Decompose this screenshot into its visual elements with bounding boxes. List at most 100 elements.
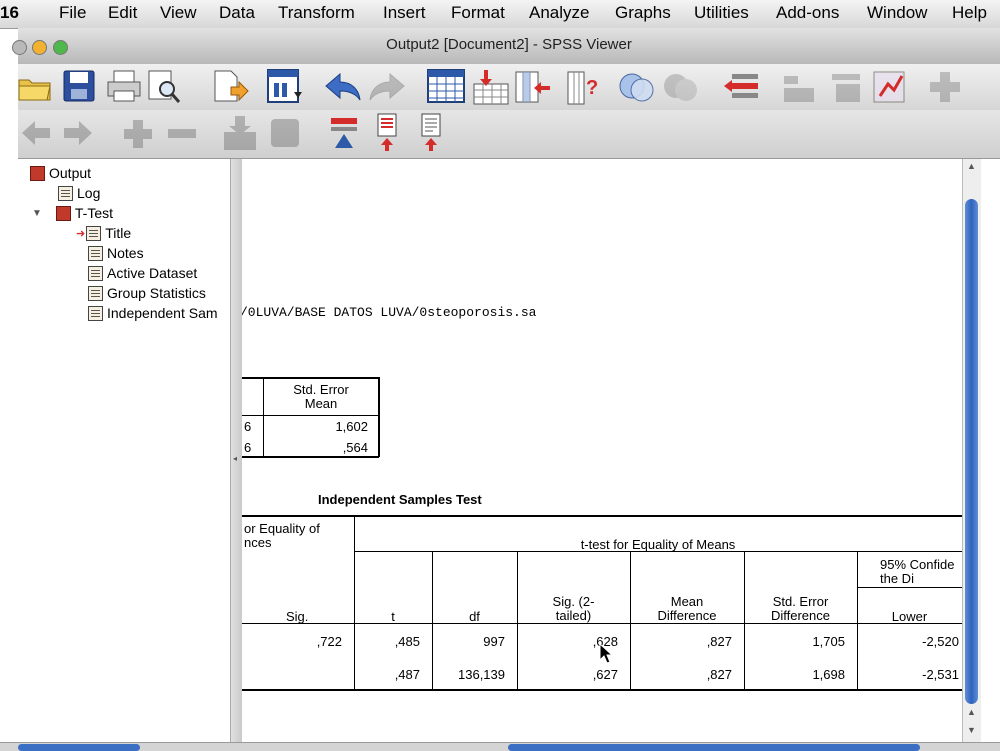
independent-samples-title: Independent Samples Test (318, 492, 482, 507)
group-stats-se-row1: 1,602 (335, 419, 368, 434)
go-to-case-icon[interactable] (470, 68, 510, 106)
redo-icon[interactable] (366, 72, 406, 102)
chart-builder-icon[interactable] (870, 68, 908, 106)
col-header-mean-difference: Mean Difference (657, 594, 717, 623)
app-menu-fragment[interactable]: 16 (0, 3, 19, 23)
go-to-data-icon[interactable] (426, 68, 466, 104)
go-to-variable-icon[interactable] (514, 68, 554, 106)
levene-header-fragment: or Equality of nces (244, 521, 320, 550)
std-error-mean-header: Std. Error Mean (293, 382, 349, 411)
row1-lower: -2,520 (922, 634, 959, 649)
col-header-lower: Lower (891, 609, 928, 624)
menu-window[interactable]: Window (867, 3, 927, 23)
expand-plus-icon[interactable] (122, 118, 154, 148)
scroll-up-arrow-bottom-icon[interactable]: ▲ (967, 707, 976, 717)
insert-title-icon[interactable] (374, 112, 402, 154)
show-icon[interactable] (222, 114, 258, 152)
window-title: Output2 [Document2] - SPSS Viewer (386, 36, 632, 53)
title-icon (86, 225, 102, 241)
outline-node-output-label: Output (49, 165, 92, 181)
collapse-minus-icon[interactable] (166, 118, 198, 148)
menu-insert[interactable]: Insert (383, 3, 426, 23)
ttest-equality-header: t-test for Equality of Means (580, 537, 736, 552)
output-content-pane: /0LUVA/BASE DATOS LUVA/0steoporosis.sa S… (242, 159, 962, 742)
outline-node-title-label: Title (105, 225, 132, 241)
menu-format[interactable]: Format (451, 3, 505, 23)
outline-node-independent-samples-label: Independent Sam (107, 305, 218, 321)
expand-icon[interactable] (926, 68, 964, 106)
dialog-recall-icon[interactable] (266, 68, 304, 106)
outline-node-ttest-label: T-Test (74, 205, 114, 221)
hide-icon[interactable] (268, 116, 302, 150)
row2-mean-difference: ,827 (706, 667, 732, 682)
menu-file[interactable]: File (59, 3, 86, 23)
print-preview-icon[interactable] (146, 69, 182, 105)
outline-node-independent-samples[interactable]: Independent Sam (88, 305, 218, 321)
col-header-std-error-difference: Std. Error Difference (770, 594, 830, 623)
promote-left-arrow-icon[interactable] (20, 118, 52, 148)
row1-df: 997 (483, 634, 505, 649)
scroll-up-arrow-icon[interactable]: ▲ (967, 161, 976, 171)
outline-node-ttest[interactable]: ▼ T-Test (32, 205, 113, 221)
outline-node-output[interactable]: Output (30, 165, 91, 181)
designate-window-icon[interactable] (722, 68, 762, 106)
menu-bar: 16 File Edit View Data Transform Insert … (0, 0, 1000, 29)
current-item-arrow-icon: ➜ (76, 227, 86, 240)
insert-heading-icon[interactable] (328, 114, 360, 154)
weight-cases-icon[interactable] (662, 70, 702, 104)
menu-addons[interactable]: Add-ons (776, 3, 839, 23)
outline-pane: Output Log ▼ T-Test ➜ Title Notes Active… (18, 159, 230, 742)
open-folder-icon[interactable] (18, 72, 52, 102)
disclosure-triangle-icon[interactable]: ▼ (32, 208, 42, 219)
mouse-cursor-icon (599, 643, 612, 664)
menu-transform[interactable]: Transform (278, 3, 355, 23)
undo-icon[interactable] (324, 72, 364, 102)
menu-view[interactable]: View (160, 3, 197, 23)
group-stats-n-row2: 6 (244, 440, 252, 455)
col-header-df: df (469, 609, 480, 624)
vertical-scrollbar[interactable]: ▲ ▲ ▼ (962, 159, 981, 742)
independent-samples-icon (88, 305, 103, 321)
select-cases-icon[interactable] (618, 70, 658, 104)
row2-lower: -2,531 (922, 667, 959, 682)
outline-node-title[interactable]: ➜ Title (76, 225, 131, 241)
promote-icon[interactable] (780, 68, 818, 106)
outline-node-group-statistics[interactable]: Group Statistics (88, 285, 206, 301)
outline-node-log[interactable]: Log (58, 185, 100, 201)
row1-t: ,485 (394, 634, 420, 649)
menu-data[interactable]: Data (219, 3, 255, 23)
demote-right-arrow-icon[interactable] (62, 118, 94, 148)
row2-df: 136,139 (458, 667, 505, 682)
col-header-t: t (391, 609, 395, 624)
row1-sig: ,722 (316, 634, 342, 649)
outline-node-log-label: Log (77, 185, 101, 201)
save-icon[interactable] (62, 69, 96, 103)
output-book-icon (30, 165, 45, 181)
insert-text-icon[interactable] (418, 112, 446, 154)
vertical-scroll-thumb[interactable] (965, 199, 978, 704)
log-icon (58, 185, 73, 201)
menu-utilities[interactable]: Utilities (694, 3, 749, 23)
row2-std-error-difference: 1,698 (812, 667, 845, 682)
menu-graphs[interactable]: Graphs (615, 3, 671, 23)
syntax-data-path: /0LUVA/BASE DATOS LUVA/0steoporosis.sa (242, 305, 537, 320)
active-dataset-icon (88, 265, 103, 281)
main-toolbar: ? (18, 64, 1000, 110)
outline-node-notes[interactable]: Notes (88, 245, 144, 261)
outline-node-active-dataset[interactable]: Active Dataset (88, 265, 197, 281)
variables-info-icon[interactable]: ? (566, 68, 602, 106)
outline-node-notes-label: Notes (107, 245, 144, 261)
svg-text:?: ? (586, 77, 598, 99)
print-icon[interactable] (106, 69, 142, 103)
menu-analyze[interactable]: Analyze (529, 3, 589, 23)
ci-header-fragment: 95% Confide the Di (880, 557, 955, 586)
splitter-grip-icon: ◂ (233, 454, 238, 463)
group-stats-n-row1: 6 (244, 419, 252, 434)
group-stats-se-row2: ,564 (342, 440, 368, 455)
demote-icon[interactable] (826, 68, 864, 106)
scroll-down-arrow-icon[interactable]: ▼ (967, 725, 976, 735)
menu-help[interactable]: Help (952, 3, 987, 23)
export-icon[interactable] (211, 69, 249, 105)
group-statistics-icon (88, 285, 103, 301)
menu-edit[interactable]: Edit (108, 3, 137, 23)
